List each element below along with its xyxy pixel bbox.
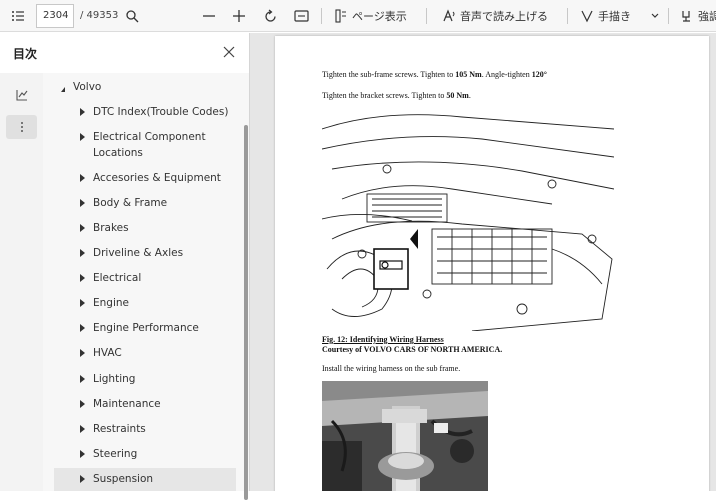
collapsed-arrow-icon (80, 249, 85, 257)
more-options-button[interactable] (6, 115, 37, 139)
instruction-line-2: Tighten the bracket screws. Tighten to 5… (322, 91, 471, 100)
collapsed-arrow-icon (80, 375, 85, 383)
collapsed-arrow-icon (80, 174, 85, 182)
toc-item[interactable]: Brakes (80, 220, 243, 236)
sidebar-rail (0, 73, 43, 491)
rotate-button[interactable] (263, 0, 278, 32)
toc-item[interactable]: Lighting (80, 371, 243, 387)
highlighter-icon (682, 11, 690, 22)
toolbar-divider (426, 8, 427, 24)
toolbar-divider (567, 8, 568, 24)
more-vertical-icon (20, 122, 23, 132)
toc-toggle-button[interactable] (10, 0, 26, 32)
toc-header: 目次 (0, 33, 249, 73)
wiring-harness-figure (322, 109, 614, 331)
draw-button[interactable]: 手描き (580, 0, 631, 32)
collapsed-arrow-icon (80, 450, 85, 458)
plus-icon (233, 10, 245, 22)
read-aloud-button[interactable]: 音声で読み上げる (442, 0, 548, 32)
expanded-arrow-icon (61, 82, 65, 92)
list-icon (12, 11, 24, 21)
find-button[interactable] (125, 0, 139, 32)
toc-title: 目次 (13, 47, 38, 61)
toc-item[interactable]: Body & Frame (80, 195, 243, 211)
fit-page-icon (294, 10, 309, 22)
toc-item[interactable]: HVAC (80, 345, 243, 361)
document-viewer[interactable]: Tighten the sub-frame screws. Tighten to… (250, 33, 716, 491)
instruction-line-3: Install the wiring harness on the sub fr… (322, 364, 461, 373)
read-aloud-icon (443, 9, 455, 22)
minus-icon (203, 15, 215, 17)
bookmark-panel-button[interactable] (6, 83, 37, 107)
collapsed-arrow-icon (80, 475, 85, 483)
suspension-photo (322, 381, 488, 491)
page-view-button[interactable]: ページ表示 (334, 0, 407, 32)
collapsed-arrow-icon (80, 199, 85, 207)
page-total: / 49353 (80, 10, 119, 21)
close-icon[interactable] (222, 45, 236, 59)
fit-page-button[interactable] (294, 0, 309, 32)
zoom-out-button[interactable] (202, 0, 216, 32)
chart-icon (15, 90, 27, 101)
draw-label: 手描き (598, 10, 631, 23)
collapsed-arrow-icon (80, 299, 85, 307)
toc-item[interactable]: Restraints (80, 421, 243, 437)
page-view-label: ページ表示 (352, 10, 407, 23)
zoom-in-button[interactable] (232, 0, 246, 32)
toc-item[interactable]: Engine Performance (80, 320, 243, 336)
page-view-icon (335, 9, 346, 23)
toc-item[interactable]: Engine (80, 295, 243, 311)
collapsed-arrow-icon (80, 349, 85, 357)
collapsed-arrow-icon (80, 425, 85, 433)
chevron-down-icon (651, 13, 659, 18)
toc-item[interactable]: DTC Index(Trouble Codes) (80, 104, 243, 120)
toc-scrollbar-thumb[interactable] (244, 125, 248, 500)
collapsed-arrow-icon (80, 324, 85, 332)
toc-item[interactable]: Electrical Component Locations (80, 129, 243, 161)
page-number-input[interactable]: 2304 (36, 4, 74, 28)
collapsed-arrow-icon (80, 274, 85, 282)
toc-item-volvo[interactable]: Volvo (61, 79, 243, 95)
figure-caption: Fig. 12: Identifying Wiring Harness (322, 335, 444, 344)
toolbar-divider (321, 8, 322, 24)
draw-options-dropdown[interactable] (650, 0, 660, 32)
toc-item[interactable]: Steering (80, 446, 243, 462)
pdf-page: Tighten the sub-frame screws. Tighten to… (275, 36, 709, 491)
toc-item[interactable]: Maintenance (80, 396, 243, 412)
toc-item-selected[interactable]: Suspension (54, 468, 236, 491)
collapsed-arrow-icon (80, 108, 85, 116)
collapsed-arrow-icon (80, 400, 85, 408)
figure-courtesy: Courtesy of VOLVO CARS OF NORTH AMERICA. (322, 345, 503, 354)
search-icon (126, 10, 139, 23)
collapsed-arrow-icon (80, 224, 85, 232)
read-aloud-label: 音声で読み上げる (460, 10, 548, 23)
toc-item[interactable]: Driveline & Axles (80, 245, 243, 261)
toc-item[interactable]: Electrical (80, 270, 243, 286)
instruction-line-1: Tighten the sub-frame screws. Tighten to… (322, 70, 547, 79)
rotate-icon (265, 9, 276, 22)
highlight-button[interactable]: 強調 (680, 0, 716, 32)
highlight-label: 強調 (698, 10, 716, 23)
toolbar: 2304 / 49353 ページ表示 音声で読み上げる 手描き 強調 (0, 0, 716, 32)
toc-list: Volvo DTC Index(Trouble Codes) Electrica… (43, 73, 243, 491)
collapsed-arrow-icon (80, 133, 85, 141)
pen-icon (581, 10, 593, 23)
toc-item[interactable]: Accesories & Equipment (80, 170, 243, 186)
toolbar-divider (668, 8, 669, 24)
